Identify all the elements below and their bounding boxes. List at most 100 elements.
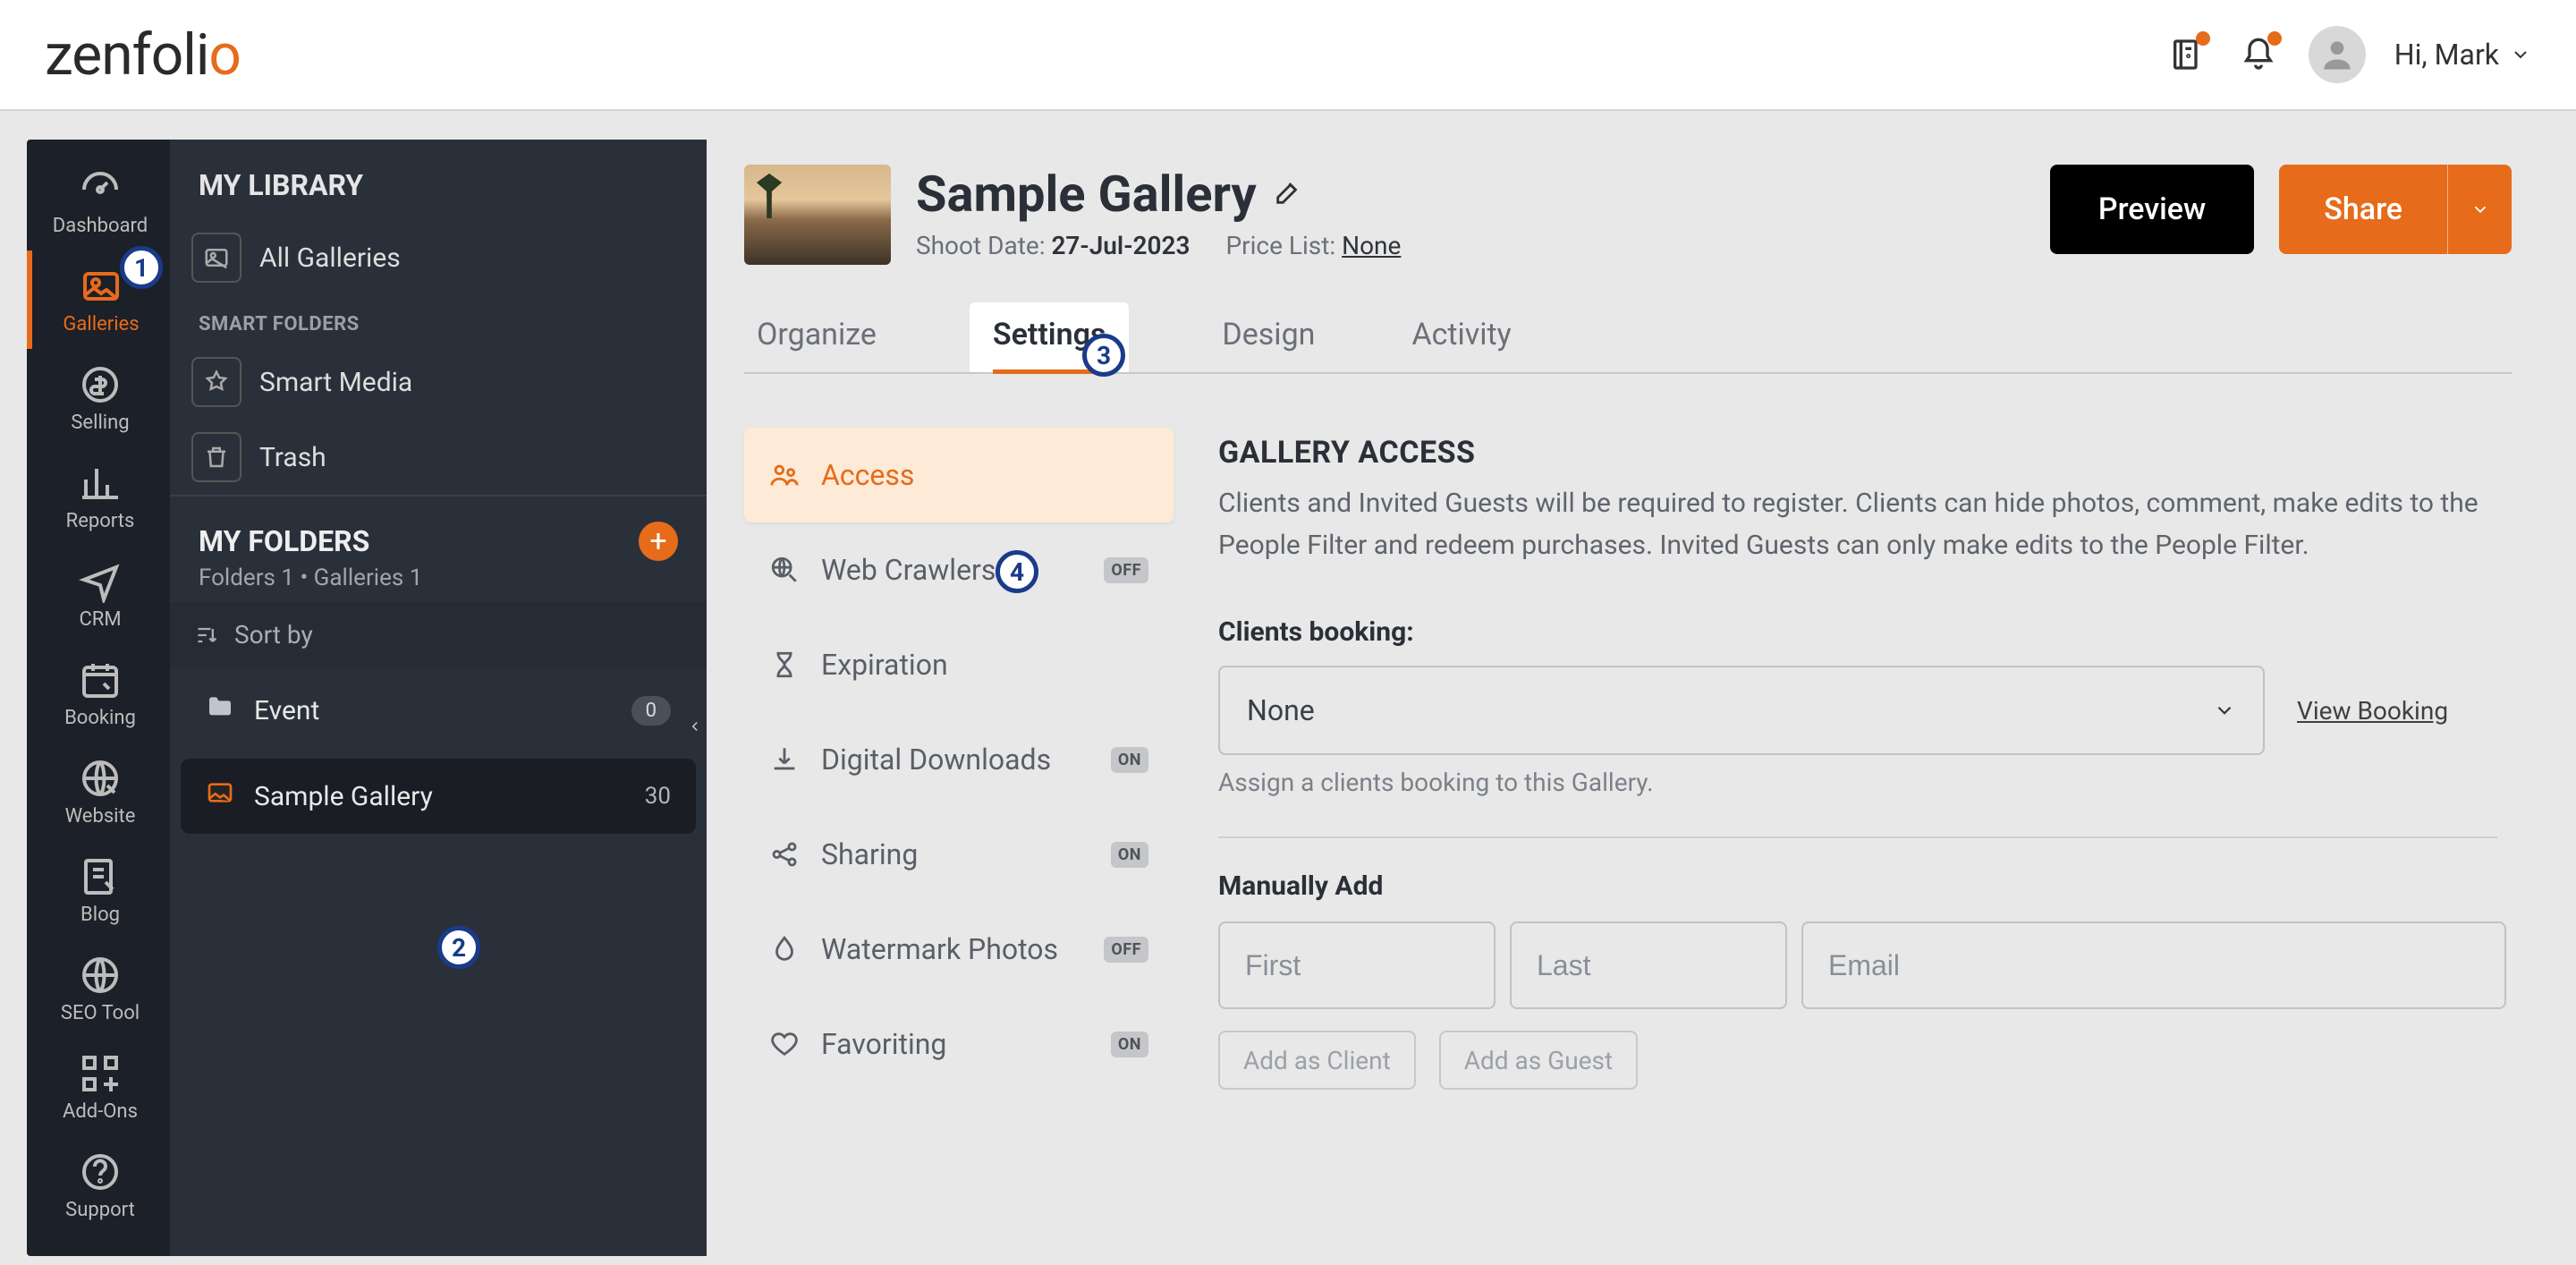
main-tabs: Organize Settings Design Activity bbox=[744, 302, 2512, 374]
folder-event[interactable]: Event 0 bbox=[181, 673, 696, 748]
users-icon bbox=[769, 460, 800, 490]
topbar: zenfolio Hi, Mark bbox=[0, 0, 2576, 111]
settings-nav-sharing[interactable]: Sharing ON bbox=[744, 807, 1174, 902]
view-booking-link[interactable]: View Booking bbox=[2297, 696, 2448, 726]
rail-booking[interactable]: Booking bbox=[27, 644, 170, 743]
rail-crm[interactable]: CRM bbox=[27, 546, 170, 644]
share-button[interactable]: Share bbox=[2279, 165, 2512, 254]
smart-folders-heading: SMART FOLDERS bbox=[170, 295, 707, 344]
rail-seo[interactable]: SEO Tool bbox=[27, 939, 170, 1038]
topbar-right: Hi, Mark bbox=[2165, 26, 2531, 83]
rail-support[interactable]: Support bbox=[27, 1136, 170, 1235]
preview-button[interactable]: Preview bbox=[2050, 165, 2254, 254]
settings-nav-favoriting[interactable]: Favoriting ON bbox=[744, 997, 1174, 1091]
row-label: All Galleries bbox=[259, 242, 401, 274]
folder-icon bbox=[206, 692, 234, 728]
brand-logo: zenfolio bbox=[45, 21, 241, 89]
icon-rail: Dashboard Galleries Selling Reports CRM … bbox=[27, 140, 170, 1256]
last-name-input[interactable] bbox=[1510, 921, 1787, 1009]
notification-dot bbox=[2267, 31, 2282, 46]
status-badge: ON bbox=[1111, 1032, 1148, 1057]
greeting-text: Hi, Mark bbox=[2394, 38, 2499, 72]
manually-add-label: Manually Add bbox=[1218, 870, 2512, 902]
add-as-guest-button[interactable]: Add as Guest bbox=[1439, 1031, 1638, 1090]
price-list-label: Price List: bbox=[1225, 231, 1335, 260]
sort-by-button[interactable]: Sort by bbox=[170, 602, 707, 667]
nav-label: Web Crawlers bbox=[821, 553, 996, 587]
settings-nav-downloads[interactable]: Digital Downloads ON bbox=[744, 712, 1174, 807]
add-as-client-button[interactable]: Add as Client bbox=[1218, 1031, 1416, 1090]
folder-label: Sample Gallery bbox=[254, 781, 433, 812]
rail-label: Selling bbox=[71, 412, 129, 434]
settings-layout: Access Web Crawlers OFF Expiration Digit… bbox=[744, 428, 2512, 1091]
avatar[interactable] bbox=[2309, 26, 2366, 83]
settings-nav-expiration[interactable]: Expiration bbox=[744, 617, 1174, 712]
share-label: Share bbox=[2279, 191, 2447, 227]
settings-detail: GALLERY ACCESS Clients and Invited Guest… bbox=[1218, 428, 2512, 1091]
rail-website[interactable]: Website bbox=[27, 743, 170, 841]
manual-add-inputs bbox=[1218, 921, 2506, 1009]
rail-label: CRM bbox=[79, 608, 121, 631]
rail-label: Support bbox=[65, 1199, 135, 1221]
rail-label: Reports bbox=[66, 510, 135, 532]
library-panel: MY LIBRARY All Galleries SMART FOLDERS S… bbox=[170, 140, 707, 1256]
access-description: Clients and Invited Guests will be requi… bbox=[1218, 483, 2497, 566]
folder-sample-gallery[interactable]: Sample Gallery 30 bbox=[181, 759, 696, 834]
my-folders-header: MY FOLDERS + bbox=[170, 497, 707, 565]
nav-label: Expiration bbox=[821, 648, 948, 682]
rail-addons[interactable]: Add-Ons bbox=[27, 1038, 170, 1136]
shoot-date-value: 27-Jul-2023 bbox=[1051, 231, 1190, 260]
all-galleries-row[interactable]: All Galleries bbox=[170, 220, 707, 295]
tab-activity[interactable]: Activity bbox=[1408, 302, 1514, 372]
tab-organize[interactable]: Organize bbox=[753, 302, 880, 372]
notification-dot bbox=[2196, 31, 2210, 46]
rail-label: Galleries bbox=[63, 313, 139, 335]
rail-blog[interactable]: Blog bbox=[27, 841, 170, 939]
trash-icon bbox=[191, 432, 242, 482]
tab-design[interactable]: Design bbox=[1218, 302, 1318, 372]
settings-nav-webcrawlers[interactable]: Web Crawlers OFF bbox=[744, 522, 1174, 617]
gallery-header: Sample Gallery Shoot Date: 27-Jul-2023 P… bbox=[744, 165, 2512, 265]
share-dropdown[interactable] bbox=[2447, 165, 2512, 254]
edit-title-button[interactable] bbox=[1273, 177, 1303, 211]
chevron-down-icon bbox=[2510, 44, 2531, 65]
chevron-left-icon bbox=[687, 718, 703, 734]
gallery-icon bbox=[206, 778, 234, 814]
trash-row[interactable]: Trash bbox=[170, 420, 707, 495]
chevron-down-icon bbox=[2470, 200, 2490, 219]
rail-selling[interactable]: Selling bbox=[27, 349, 170, 447]
clients-booking-label: Clients booking: bbox=[1218, 616, 2512, 648]
clients-booking-select[interactable]: None bbox=[1218, 666, 2265, 755]
gallery-title: Sample Gallery bbox=[916, 165, 1257, 224]
nav-label: Access bbox=[821, 458, 914, 492]
gallery-thumbnail bbox=[744, 165, 891, 265]
rail-reports[interactable]: Reports bbox=[27, 447, 170, 546]
image-icon bbox=[191, 233, 242, 283]
price-list-value[interactable]: None bbox=[1342, 231, 1401, 260]
bell-icon[interactable] bbox=[2237, 33, 2280, 76]
library-title: MY LIBRARY bbox=[170, 140, 707, 220]
tab-settings[interactable]: Settings bbox=[970, 302, 1130, 372]
gallery-meta: Shoot Date: 27-Jul-2023 Price List: None bbox=[916, 231, 1401, 260]
add-folder-button[interactable]: + bbox=[639, 522, 678, 561]
settings-nav-watermark[interactable]: Watermark Photos OFF bbox=[744, 902, 1174, 997]
settings-nav-access[interactable]: Access bbox=[744, 428, 1174, 522]
first-name-input[interactable] bbox=[1218, 921, 1496, 1009]
user-greeting[interactable]: Hi, Mark bbox=[2394, 38, 2531, 72]
guide-icon[interactable] bbox=[2165, 33, 2208, 76]
hourglass-icon bbox=[769, 649, 800, 680]
smart-media-row[interactable]: Smart Media bbox=[170, 344, 707, 420]
folders-subtitle: Folders 1 • Galleries 1 bbox=[170, 565, 707, 602]
rail-label: Booking bbox=[64, 707, 136, 729]
access-heading: GALLERY ACCESS bbox=[1218, 435, 2512, 471]
folder-count: 30 bbox=[645, 783, 671, 810]
app-body: Dashboard Galleries Selling Reports CRM … bbox=[27, 140, 2549, 1256]
rail-galleries[interactable]: Galleries bbox=[27, 250, 170, 349]
sort-label: Sort by bbox=[234, 620, 313, 649]
status-badge: OFF bbox=[1104, 937, 1148, 963]
nav-label: Watermark Photos bbox=[821, 932, 1058, 966]
email-input[interactable] bbox=[1801, 921, 2506, 1009]
rail-dashboard[interactable]: Dashboard bbox=[27, 152, 170, 250]
collapse-panel-button[interactable] bbox=[682, 701, 708, 751]
clients-booking-row: None View Booking bbox=[1218, 666, 2512, 755]
